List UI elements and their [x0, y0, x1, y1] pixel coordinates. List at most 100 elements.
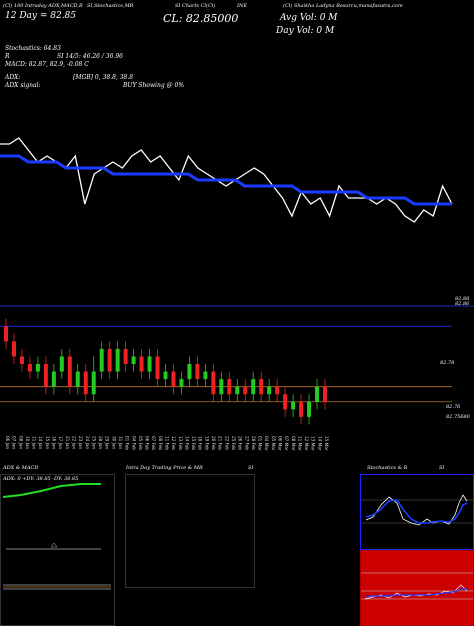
- candle-body: [211, 371, 216, 395]
- candle-body: [307, 401, 312, 417]
- x-tick-label: 05 Feb: [138, 436, 143, 450]
- x-tick-label: 28 Jan: [98, 436, 103, 449]
- day-vol: Day Vol: 0 M: [276, 26, 335, 36]
- candle-body: [203, 371, 208, 380]
- open-value: 12 Day = 82.85: [5, 11, 77, 21]
- axis-label-bot1: 82.76: [446, 404, 461, 410]
- x-tick-label: 14 Jan: [38, 436, 43, 449]
- candle-body: [147, 356, 152, 372]
- si-label: SI 14/5: 46.26 / 36.96: [57, 53, 123, 60]
- candle-body: [107, 348, 112, 372]
- candle-body: [267, 386, 272, 395]
- x-tick-label: 31 Jan: [118, 436, 123, 449]
- price-line-chart: [0, 137, 453, 223]
- candle-body: [219, 379, 224, 395]
- axis-label-mid: 82.78: [440, 360, 455, 366]
- axis-label-bot2: 82.75680: [446, 414, 470, 420]
- candle-body: [251, 379, 256, 395]
- x-tick-label: 07 Jan: [12, 436, 17, 449]
- x-tick-label: 08 Mar: [291, 436, 296, 451]
- axis-label-top2: 82.86: [455, 301, 470, 307]
- header-line1: (Cl) 100 Intraday ADX,MACD,B: [3, 3, 83, 9]
- x-tick-label: 24 Jan: [85, 436, 90, 449]
- mgb-label: [MGB] 0, 38.8, 38.8: [73, 74, 134, 81]
- x-tick-label: 25 Feb: [231, 436, 236, 450]
- stoch-title: Stochastics & R: [367, 465, 408, 471]
- candle-body: [179, 379, 184, 387]
- x-tick-label: 15 Mar: [324, 436, 329, 451]
- adx-plus-line: [2, 483, 101, 498]
- candle-body: [115, 348, 120, 372]
- x-tick-label: 08 Feb: [158, 436, 163, 450]
- candle-body: [139, 356, 144, 372]
- intraday-panel: Intra Day Trading Price & MR SI: [125, 465, 255, 588]
- close-value: CL: 82.85000: [163, 12, 239, 25]
- x-tick-label: 10 Jan: [25, 436, 30, 449]
- x-tick-label: 18 Feb: [198, 436, 203, 450]
- x-tick-label: 06 Mar: [277, 436, 282, 451]
- x-tick-label: 12 Mar: [304, 436, 309, 451]
- intraday-si: SI: [248, 465, 254, 471]
- adx-marker-icon: [50, 542, 58, 548]
- candle-body: [123, 348, 128, 364]
- adx-mini-chart: [2, 483, 111, 590]
- x-tick-label: 14 Mar: [317, 436, 322, 451]
- candle-body: [163, 371, 168, 380]
- adx-macd-panel: ADX & MACD ADX: 0 +DY: 38.85 -DY: 38.85: [0, 465, 115, 626]
- header-line1e: (Cl) Shaikha Ladyna Resorcu,munafasutra.…: [283, 3, 403, 9]
- candle-body: [51, 371, 56, 387]
- buy-label: BUY Showing @ 0%: [123, 82, 185, 89]
- candle-body: [59, 356, 64, 372]
- x-tick-label: 21 Jan: [65, 436, 70, 449]
- x-tick-label: 01 Feb: [125, 436, 130, 450]
- candle-body: [323, 386, 327, 402]
- candle-body: [155, 356, 160, 380]
- candle-body: [99, 348, 104, 372]
- candle-body: [67, 356, 72, 387]
- x-tick-label: 08 Jan: [18, 436, 23, 449]
- candle-body: [195, 364, 200, 380]
- stoch-si: SI: [439, 465, 445, 471]
- rsi-mini-chart: [361, 572, 473, 600]
- x-tick-label: 25 Jan: [91, 436, 96, 449]
- stochastics-label: Stochastics: 64.83: [5, 45, 61, 52]
- x-tick-label: 11 Jan: [32, 436, 37, 449]
- avg-vol: Avg Vol: 0 M: [280, 13, 338, 23]
- candle-body: [291, 401, 296, 410]
- x-tick-label: 28 Feb: [251, 436, 256, 450]
- header-line1c: SI Charts Cl(Cl): [175, 3, 216, 9]
- r-label: R: [5, 53, 10, 60]
- x-tick-label: 22 Feb: [224, 436, 229, 450]
- rsi-panel: [360, 550, 474, 626]
- adx-label: ADX:: [5, 74, 21, 81]
- x-tick-label: 16 Jan: [52, 436, 57, 449]
- candle-body: [91, 371, 96, 395]
- candle-body: [283, 394, 288, 410]
- candle-body: [4, 326, 8, 342]
- x-tick-label: 27 Feb: [244, 436, 249, 450]
- x-tick-label: 17 Jan: [58, 436, 63, 449]
- x-tick-label: 07 Mar: [284, 436, 289, 451]
- adx-macd-title: ADX & MACD: [3, 465, 39, 471]
- x-tick-label: 05 Mar: [271, 436, 276, 451]
- x-tick-label: 14 Feb: [184, 436, 189, 450]
- x-axis-ticks: 06 Jan 07 Jan 08 Jan 10 Jan 11 Jan 14 Jan 15 J…: [5, 436, 329, 451]
- x-tick-label: 21 Feb: [218, 436, 223, 450]
- candle-body: [19, 356, 24, 364]
- candle-body: [131, 356, 136, 364]
- candle-body: [83, 371, 88, 395]
- x-tick-label: 20 Feb: [211, 436, 216, 450]
- candle-body: [315, 386, 320, 402]
- macd-label: MACD: 82.87, 82.9, -0.08 C: [5, 61, 89, 68]
- candle-body: [235, 386, 240, 395]
- x-tick-label: 15 Jan: [45, 436, 50, 449]
- stochastics-panel: Stochastics & R SI: [360, 465, 474, 550]
- x-tick-label: 12 Feb: [171, 436, 176, 450]
- candle-body: [35, 364, 40, 372]
- x-tick-label: 04 Mar: [264, 436, 269, 451]
- header-line1b: SI,Stochastics,MR: [87, 3, 134, 9]
- candle-body: [11, 341, 16, 357]
- candle-body: [243, 386, 248, 395]
- stoch-mini-chart: [361, 494, 473, 526]
- candle-body: [299, 401, 304, 417]
